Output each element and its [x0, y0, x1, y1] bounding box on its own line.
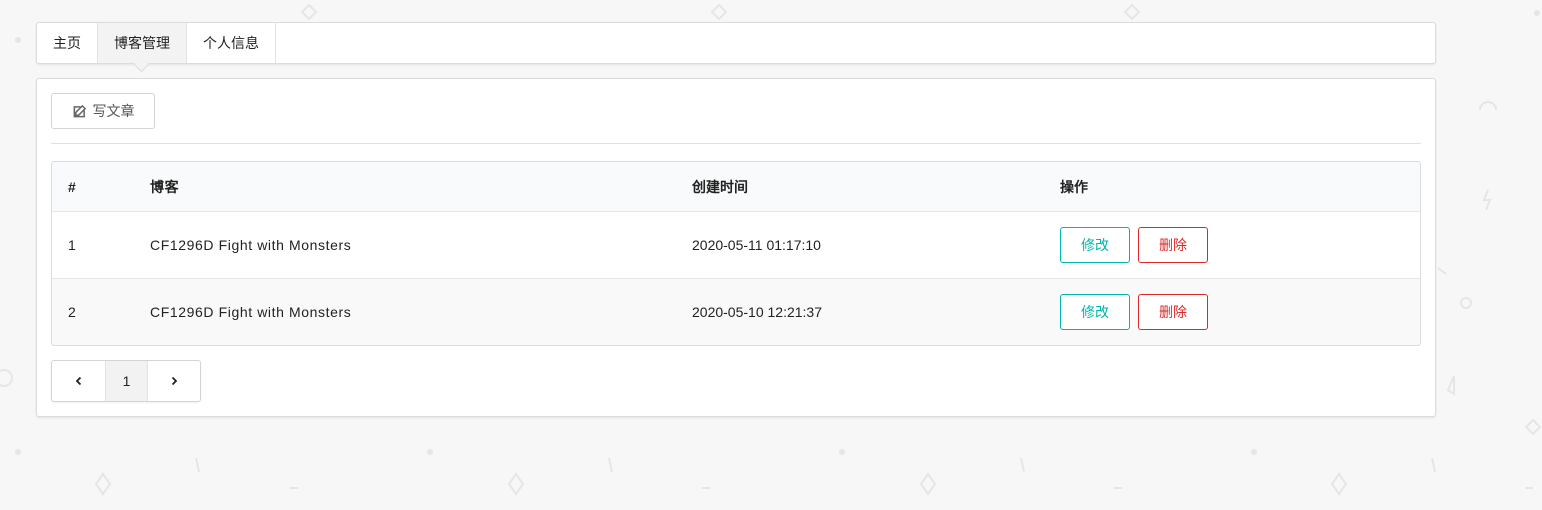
row-blog-title: CF1296D Fight with Monsters	[150, 304, 352, 320]
row-blog-title: CF1296D Fight with Monsters	[150, 237, 352, 253]
row-actions: 修改 删除	[1060, 227, 1420, 263]
edit-button[interactable]: 修改	[1060, 227, 1130, 263]
top-tab-bar: 主页 博客管理 个人信息	[36, 22, 1436, 64]
chevron-left-icon	[75, 376, 81, 386]
row-index: 2	[68, 304, 76, 320]
delete-button[interactable]: 删除	[1138, 227, 1208, 263]
write-article-label: 写文章	[92, 103, 135, 119]
edit-button[interactable]: 修改	[1060, 294, 1130, 330]
tab-personal-info[interactable]: 个人信息	[187, 23, 276, 63]
row-actions: 修改 删除	[1060, 294, 1420, 330]
tab-blog-management[interactable]: 博客管理	[98, 23, 187, 63]
header-blog: 博客	[150, 178, 180, 195]
next-page-button[interactable]	[147, 361, 200, 401]
tab-home[interactable]: 主页	[37, 23, 98, 63]
write-article-button[interactable]: 写文章	[51, 93, 155, 129]
chevron-right-icon	[171, 376, 178, 386]
row-created-time: 2020-05-10 12:21:37	[692, 304, 822, 320]
table-row: 1 CF1296D Fight with Monsters 2020-05-11…	[52, 211, 1420, 278]
prev-page-button[interactable]	[52, 361, 105, 401]
edit-icon	[73, 104, 86, 117]
table-header-row: # 博客 创建时间 操作	[52, 162, 1420, 211]
blog-management-panel: 写文章 # 博客 创建时间 操作 1 CF1296D Fight with Mo…	[36, 78, 1436, 417]
header-created-time: 创建时间	[692, 178, 748, 195]
table-row: 2 CF1296D Fight with Monsters 2020-05-10…	[52, 278, 1420, 345]
delete-button[interactable]: 删除	[1138, 294, 1208, 330]
row-index: 1	[68, 237, 76, 253]
header-index: #	[68, 178, 76, 195]
header-actions: 操作	[1060, 178, 1088, 195]
page-number-button[interactable]: 1	[105, 361, 147, 401]
divider	[51, 143, 1421, 144]
pagination: 1	[51, 360, 201, 402]
row-created-time: 2020-05-11 01:17:10	[692, 237, 821, 253]
blog-table: # 博客 创建时间 操作 1 CF1296D Fight with Monste…	[51, 161, 1421, 346]
